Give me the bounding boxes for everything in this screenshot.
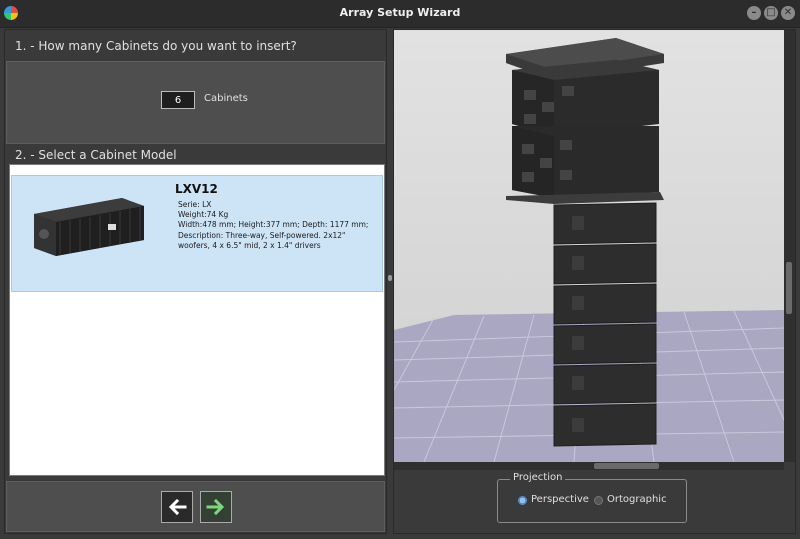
model-dimensions: Width:478 mm; Height:377 mm; Depth: 1177… bbox=[178, 220, 369, 230]
cabinet-count-input[interactable] bbox=[161, 91, 195, 109]
window-title: Array Setup Wizard bbox=[339, 6, 461, 19]
arrow-left-icon bbox=[168, 498, 187, 516]
cabinet-thumbnail-icon bbox=[34, 198, 144, 256]
array-3d-render bbox=[394, 30, 784, 462]
arrow-right-icon bbox=[206, 498, 225, 516]
horizontal-scrollbar[interactable] bbox=[394, 462, 784, 470]
cabinet-count-box: Cabinets bbox=[6, 61, 385, 144]
cabinet-count-unit: Cabinets bbox=[204, 93, 248, 104]
model-weight: Weight:74 Kg bbox=[178, 210, 229, 220]
vertical-scrollbar[interactable] bbox=[784, 30, 795, 462]
model-name: LXV12 bbox=[175, 182, 218, 196]
vertical-scrollbar-thumb[interactable] bbox=[786, 262, 792, 314]
next-button[interactable] bbox=[200, 491, 232, 523]
maximize-button[interactable]: □ bbox=[764, 6, 778, 20]
step2-label: 2. - Select a Cabinet Model bbox=[15, 148, 177, 162]
list-item-lxv12[interactable]: LXV12 Serie: LX Weight:74 Kg Width:478 m… bbox=[11, 175, 383, 292]
step1-label: 1. - How many Cabinets do you want to in… bbox=[15, 39, 297, 53]
cabinet-model-list[interactable]: LXV12 Serie: LX Weight:74 Kg Width:478 m… bbox=[9, 164, 385, 476]
viewport-panel: Projection Perspective Ortographic bbox=[393, 29, 796, 534]
projection-title: Projection bbox=[510, 472, 566, 483]
model-description-1: Description: Three-way, Self-powered. 2x… bbox=[178, 230, 346, 240]
perspective-radio[interactable] bbox=[518, 496, 527, 505]
ortographic-radio[interactable] bbox=[594, 496, 603, 505]
close-button[interactable]: ✕ bbox=[781, 6, 795, 20]
projection-group: Projection Perspective Ortographic bbox=[497, 472, 687, 523]
horizontal-scrollbar-thumb[interactable] bbox=[594, 463, 659, 469]
perspective-label[interactable]: Perspective bbox=[531, 494, 589, 505]
model-details: Serie: LX Weight:74 Kg Width:478 mm; Hei… bbox=[178, 200, 378, 251]
back-button[interactable] bbox=[161, 491, 193, 523]
model-description-2: woofers, 4 x 6.5" mid, 2 x 1.4" drivers bbox=[178, 240, 321, 250]
top-cabinet-2 bbox=[512, 126, 659, 198]
ortographic-label[interactable]: Ortographic bbox=[607, 494, 667, 505]
model-serie: Serie: LX bbox=[178, 200, 212, 209]
top-cabinet-1 bbox=[512, 60, 659, 136]
title-bar: Array Setup Wizard – □ ✕ bbox=[0, 0, 800, 28]
navigation-box bbox=[6, 481, 385, 532]
panel-splitter-handle[interactable] bbox=[388, 275, 392, 281]
minimize-button[interactable]: – bbox=[747, 6, 761, 20]
wizard-left-panel: 1. - How many Cabinets do you want to in… bbox=[4, 29, 387, 534]
3d-viewport[interactable] bbox=[394, 30, 784, 462]
